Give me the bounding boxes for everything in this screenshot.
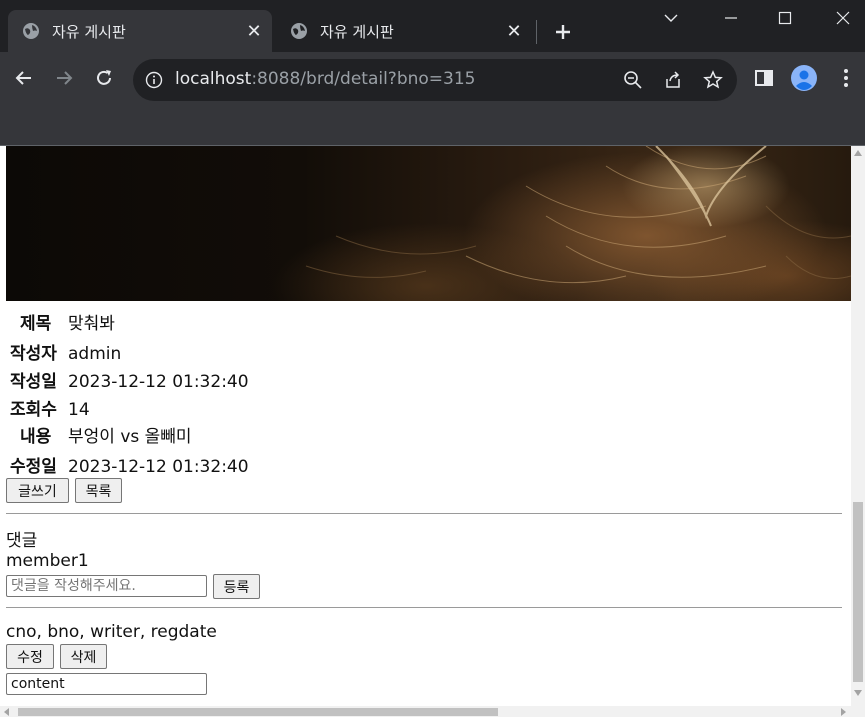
browser-toolbar: localhost:8088/brd/detail?bno=315 (0, 52, 865, 108)
new-tab-button[interactable] (549, 18, 577, 46)
comment-item-header: cno, bno, writer, regdate (6, 622, 217, 642)
tab-separator (536, 20, 537, 44)
url-text: localhost:8088/brd/detail?bno=315 (175, 69, 476, 89)
moddate-value: 2023-12-12 01:32:40 (68, 457, 249, 477)
maximize-icon (778, 11, 792, 25)
post-image (6, 146, 851, 301)
views-label: 조회수 (10, 400, 57, 420)
plus-icon (556, 25, 570, 39)
arrow-left-icon (15, 71, 31, 85)
close-tab-icon[interactable]: ✕ (502, 19, 526, 43)
zoom-button[interactable] (622, 69, 644, 91)
moddate-label: 수정일 (10, 457, 57, 477)
more-vertical-icon (844, 69, 848, 87)
globe-icon (23, 23, 39, 39)
horizontal-scrollbar[interactable] (0, 706, 865, 717)
post-regdate-row: 작성일 2023-12-12 01:32:40 (10, 367, 249, 392)
content-value: 부엉이 vs 올빼미 (68, 427, 192, 447)
globe-icon (291, 23, 307, 39)
close-icon (836, 11, 850, 25)
post-title-row: 제목 맞춰봐 (10, 309, 115, 334)
forward-button[interactable] (50, 64, 78, 92)
address-bar[interactable]: localhost:8088/brd/detail?bno=315 (133, 59, 737, 101)
menu-button[interactable] (832, 64, 860, 92)
divider (6, 607, 842, 608)
close-tab-icon[interactable]: ✕ (242, 19, 266, 43)
comment-user: member1 (6, 551, 89, 571)
content-label: 내용 (20, 427, 52, 447)
post-content-row: 내용 부엉이 vs 올빼미 (10, 422, 192, 447)
tab-title: 자유 게시판 (52, 22, 126, 41)
arrow-right-icon (57, 71, 73, 85)
share-icon (666, 71, 680, 88)
title-value: 맞춰봐 (68, 314, 115, 334)
post-writer-row: 작성자 admin (10, 339, 121, 364)
writer-value: admin (68, 344, 122, 364)
back-button[interactable] (10, 64, 38, 92)
comments-heading: 댓글 (6, 531, 38, 551)
horizontal-scroll-thumb[interactable] (18, 708, 498, 716)
side-panel-icon (755, 70, 773, 86)
list-button[interactable]: 목록 (75, 478, 122, 503)
triangle-down-icon (854, 690, 862, 696)
post-views-row: 조회수 14 (10, 395, 90, 420)
bookmark-button[interactable] (702, 69, 724, 91)
divider (6, 513, 842, 514)
write-button[interactable]: 글쓰기 (6, 478, 69, 503)
tab-search-button[interactable] (657, 4, 685, 32)
views-value: 14 (68, 400, 90, 420)
star-icon (703, 70, 723, 89)
regdate-label: 작성일 (10, 372, 57, 392)
info-icon (145, 71, 163, 89)
comment-input[interactable] (6, 575, 207, 597)
comment-content-field[interactable] (6, 673, 207, 695)
post-moddate-row: 수정일 2023-12-12 01:32:40 (10, 452, 249, 477)
share-button[interactable] (662, 69, 684, 91)
comment-delete-button[interactable]: 삭제 (60, 644, 107, 669)
page-content: 제목 맞춰봐 작성자 admin 작성일 2023-12-12 01:32:40… (0, 146, 851, 706)
minimize-icon (725, 17, 737, 19)
profile-button[interactable] (790, 64, 818, 92)
reload-icon (97, 70, 111, 85)
scroll-down-arrow[interactable] (851, 686, 865, 700)
url-host: localhost (175, 69, 252, 89)
minimize-button[interactable] (717, 4, 745, 32)
chevron-down-icon (664, 14, 678, 22)
writer-label: 작성자 (10, 344, 57, 364)
title-label: 제목 (20, 314, 52, 334)
regdate-value: 2023-12-12 01:32:40 (68, 372, 249, 392)
triangle-up-icon (854, 150, 862, 156)
maximize-button[interactable] (771, 4, 799, 32)
zoom-out-icon (624, 71, 642, 89)
comment-submit-button[interactable]: 등록 (213, 574, 260, 599)
url-path: :8088/brd/detail?bno=315 (251, 69, 476, 89)
tab-inactive[interactable]: 자유 게시판 ✕ (276, 10, 532, 52)
avatar-icon (791, 65, 817, 91)
scroll-up-arrow[interactable] (851, 146, 865, 160)
comment-edit-button[interactable]: 수정 (6, 644, 54, 669)
triangle-right-icon[interactable] (838, 707, 848, 717)
tab-title: 자유 게시판 (320, 22, 394, 41)
reload-button[interactable] (90, 64, 118, 92)
vertical-scrollbar[interactable] (851, 146, 865, 706)
tab-active[interactable]: 자유 게시판 ✕ (8, 10, 272, 52)
close-window-button[interactable] (829, 4, 857, 32)
browser-window: 자유 게시판 ✕ 자유 게시판 ✕ localhost:8088/brd/det… (0, 0, 865, 717)
triangle-left-icon[interactable] (2, 707, 12, 717)
side-panel-button[interactable] (750, 64, 778, 92)
owl-feathers-image (305, 146, 851, 284)
bookmark-bar (0, 108, 865, 145)
vertical-scroll-thumb[interactable] (853, 502, 863, 682)
tab-strip: 자유 게시판 ✕ 자유 게시판 ✕ (0, 0, 865, 52)
